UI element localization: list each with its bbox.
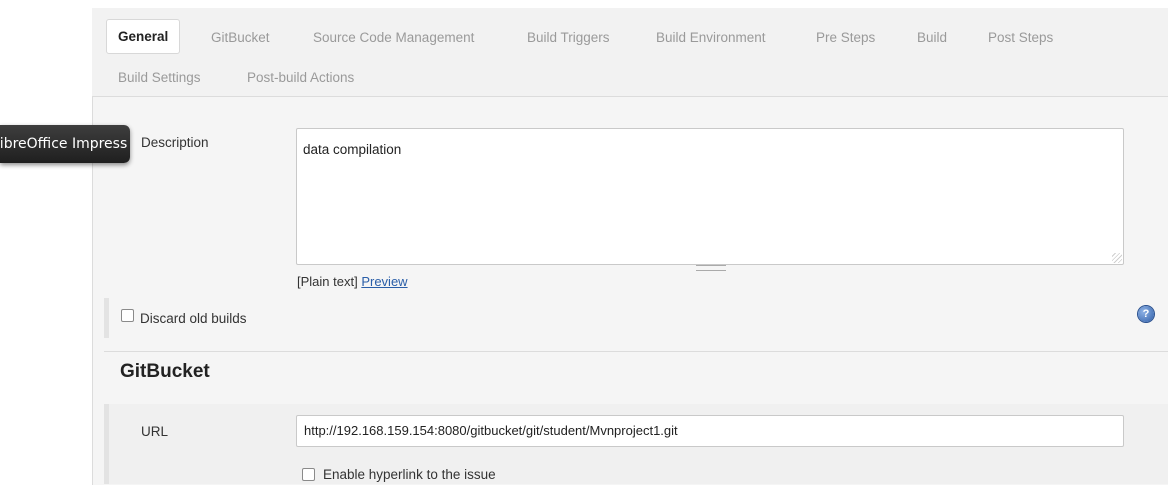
tab-build-environment[interactable]: Build Environment bbox=[656, 30, 766, 45]
tab-gitbucket[interactable]: GitBucket bbox=[211, 30, 270, 45]
gitbucket-section-bar bbox=[104, 404, 109, 484]
tab-post-build-actions[interactable]: Post-build Actions bbox=[247, 70, 354, 85]
preview-link[interactable]: Preview bbox=[361, 274, 407, 289]
description-textarea[interactable]: data compilation bbox=[296, 128, 1124, 265]
gitbucket-section-title: GitBucket bbox=[120, 361, 210, 382]
tab-general[interactable]: General bbox=[106, 19, 181, 54]
discard-section-bar bbox=[104, 298, 109, 338]
resize-grip[interactable] bbox=[696, 265, 726, 271]
discard-old-builds-checkbox[interactable] bbox=[121, 309, 134, 322]
plain-text-label: [Plain text] bbox=[297, 274, 358, 289]
tab-build-settings[interactable]: Build Settings bbox=[118, 70, 201, 85]
resize-corner-icon[interactable] bbox=[1112, 253, 1122, 263]
enable-hyperlink-label: Enable hyperlink to the issue bbox=[323, 467, 496, 482]
description-label: Description bbox=[141, 135, 209, 150]
tab-source-code-management[interactable]: Source Code Management bbox=[313, 30, 474, 45]
tab-post-steps[interactable]: Post Steps bbox=[988, 30, 1053, 45]
description-format: [Plain text] Preview bbox=[297, 274, 408, 289]
tab-build[interactable]: Build bbox=[917, 30, 947, 45]
question-circle-icon[interactable]: ? bbox=[1138, 306, 1154, 322]
discard-old-builds-label: Discard old builds bbox=[140, 311, 247, 326]
enable-hyperlink-checkbox[interactable] bbox=[302, 468, 315, 481]
url-label: URL bbox=[141, 424, 169, 439]
url-input[interactable]: http://192.168.159.154:8080/gitbucket/gi… bbox=[296, 415, 1124, 447]
tab-bar: General GitBucket Source Code Management… bbox=[92, 8, 1168, 97]
tab-pre-steps[interactable]: Pre Steps bbox=[816, 30, 875, 45]
app-tooltip: LibreOffice Impress bbox=[0, 125, 130, 163]
tab-build-triggers[interactable]: Build Triggers bbox=[527, 30, 610, 45]
section-divider bbox=[104, 351, 1168, 352]
